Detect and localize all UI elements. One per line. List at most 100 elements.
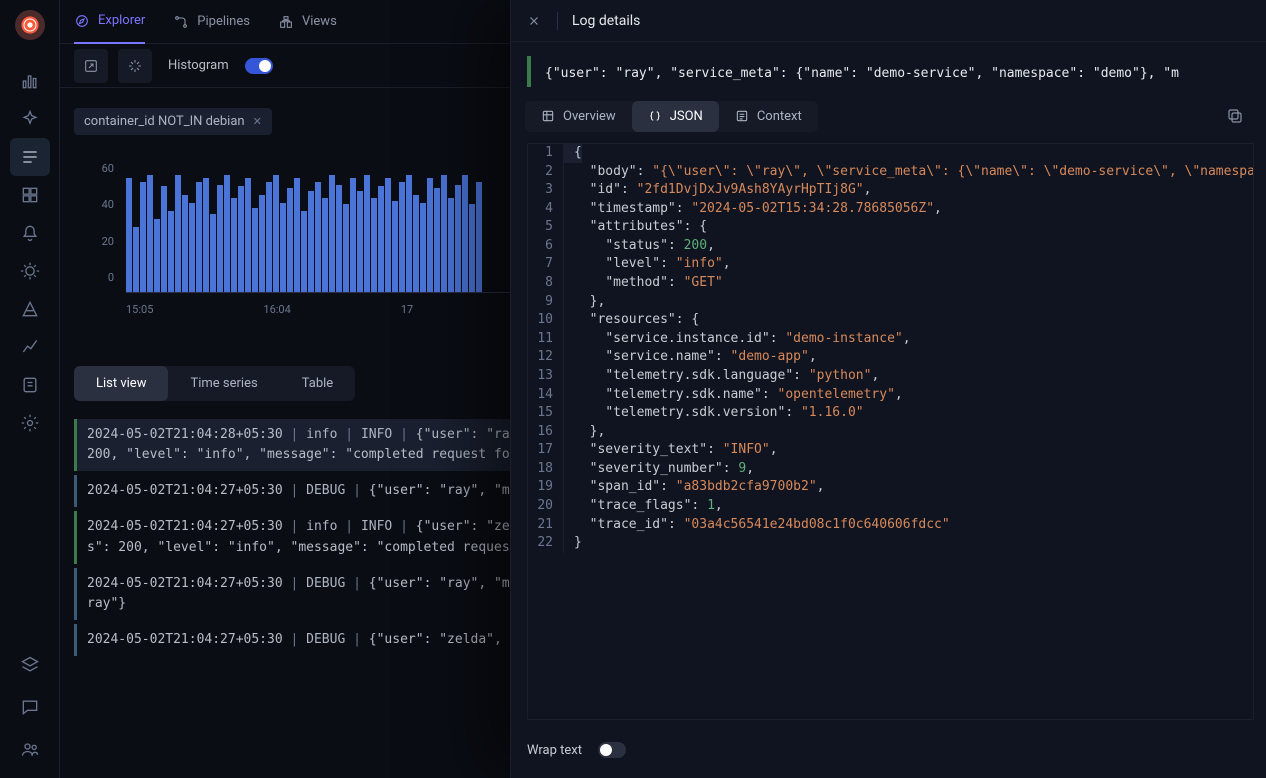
nav-rail	[0, 0, 60, 778]
bar	[196, 182, 202, 293]
close-icon[interactable]: ✕	[253, 115, 262, 128]
panel-tab-label: Overview	[563, 109, 616, 124]
x-tick: 16:04	[263, 303, 290, 316]
tab-views[interactable]: Views	[278, 0, 337, 44]
panel-tab-json[interactable]: JSON	[632, 101, 719, 132]
close-panel-button[interactable]	[525, 12, 543, 30]
code-line: 18 "severity_number": 9,	[528, 460, 1253, 479]
code-line: 10 "resources": {	[528, 311, 1253, 330]
bar	[273, 175, 279, 292]
bar	[280, 203, 286, 292]
line-chart-icon[interactable]	[10, 328, 50, 366]
users-icon[interactable]	[10, 730, 50, 768]
bar	[140, 182, 146, 293]
bug-icon[interactable]	[10, 252, 50, 290]
code-line: 14 "telemetry.sdk.name": "opentelemetry"…	[528, 386, 1253, 405]
bar	[126, 178, 132, 292]
bar	[182, 195, 188, 293]
bar	[364, 175, 370, 292]
bar	[308, 191, 314, 292]
bar	[189, 203, 195, 292]
filter-chip[interactable]: container_id NOT_IN debian ✕	[74, 108, 272, 135]
panel-tab-context[interactable]: Context	[719, 101, 818, 132]
panel-header: Log details	[511, 0, 1266, 42]
panel-title: Log details	[572, 13, 640, 29]
bar	[455, 185, 461, 292]
bar	[448, 198, 454, 292]
bar	[336, 185, 342, 292]
layers-icon[interactable]	[10, 646, 50, 684]
bar	[301, 211, 307, 292]
bar	[406, 175, 412, 292]
panel-footer: Wrap text	[511, 732, 1266, 778]
brand-logo[interactable]	[15, 10, 45, 40]
bar	[378, 186, 384, 292]
panel-tab-overview[interactable]: Overview	[525, 101, 632, 132]
bar	[161, 186, 167, 292]
panel-tabs-row: Overview JSONContext	[511, 89, 1266, 143]
dashboards-icon[interactable]	[10, 176, 50, 214]
settings-icon[interactable]	[10, 404, 50, 442]
segment-list[interactable]: List view	[74, 366, 168, 401]
tab-label: Pipelines	[197, 14, 250, 29]
bar	[427, 178, 433, 292]
code-line: 4 "timestamp": "2024-05-02T15:34:28.7868…	[528, 200, 1253, 219]
bar-chart-icon[interactable]	[10, 62, 50, 100]
bar	[385, 178, 391, 292]
json-viewer[interactable]: 1{2 "body": "{\"user\": \"ray\", \"servi…	[527, 143, 1254, 720]
code-line: 9 },	[528, 293, 1253, 312]
code-line: 16 },	[528, 423, 1253, 442]
bar	[476, 182, 482, 293]
segment-table[interactable]: Table	[280, 366, 355, 401]
code-line: 21 "trace_id": "03a4c56541e24bd08c1f0c64…	[528, 516, 1253, 535]
bar	[154, 219, 160, 292]
filter-chip-text: container_id NOT_IN debian	[84, 114, 245, 129]
bar	[350, 178, 356, 292]
open-in-new-icon-button[interactable]	[74, 49, 108, 83]
segment-ts[interactable]: Time series	[168, 366, 279, 401]
bar	[462, 175, 468, 292]
pyramid-icon[interactable]	[10, 290, 50, 328]
chat-icon[interactable]	[10, 688, 50, 726]
code-line: 13 "telemetry.sdk.language": "python",	[528, 367, 1253, 386]
wrap-text-toggle[interactable]	[598, 742, 626, 758]
sparkle-icon[interactable]	[10, 100, 50, 138]
tab-explorer[interactable]: Explorer	[74, 0, 145, 44]
logs-icon[interactable]	[10, 138, 50, 176]
code-line: 11 "service.instance.id": "demo-instance…	[528, 330, 1253, 349]
bar	[371, 198, 377, 292]
y-tick: 20	[74, 236, 114, 247]
code-line: 12 "service.name": "demo-app",	[528, 348, 1253, 367]
code-line: 15 "telemetry.sdk.version": "1.16.0"	[528, 404, 1253, 423]
code-line: 1{	[528, 144, 1253, 163]
bar	[441, 175, 447, 292]
code-line: 20 "trace_flags": 1,	[528, 497, 1253, 516]
log-details-panel: Log details {"user": "ray", "service_met…	[510, 0, 1266, 778]
chart-y-axis: 6040200	[74, 163, 114, 283]
code-line: 19 "span_id": "a83bdb2cfa9700b2",	[528, 478, 1253, 497]
bar	[266, 182, 272, 293]
bar	[133, 227, 139, 292]
sparkle-icon-button[interactable]	[118, 49, 152, 83]
tab-pipelines[interactable]: Pipelines	[173, 0, 250, 44]
bar	[392, 201, 398, 292]
bar	[210, 214, 216, 292]
copy-icon-button[interactable]	[1218, 99, 1252, 133]
tab-label: Views	[302, 14, 337, 29]
tab-label: Explorer	[98, 13, 145, 28]
panel-tabs: Overview JSONContext	[525, 101, 818, 132]
bar	[343, 204, 349, 292]
bar	[420, 203, 426, 292]
alerts-icon[interactable]	[10, 214, 50, 252]
divider	[557, 12, 558, 30]
bar	[329, 175, 335, 292]
bar	[245, 178, 251, 292]
code-line: 22}	[528, 534, 1253, 553]
billing-icon[interactable]	[10, 366, 50, 404]
histogram-toggle[interactable]	[245, 58, 273, 74]
code-line: 7 "level": "info",	[528, 255, 1253, 274]
wrap-text-label: Wrap text	[527, 743, 582, 758]
code-line: 3 "id": "2fd1DvjDxJv9Ash8YAyrHpTIj8G",	[528, 181, 1253, 200]
bar	[252, 208, 258, 293]
panel-summary: {"user": "ray", "service_meta": {"name":…	[527, 56, 1256, 87]
